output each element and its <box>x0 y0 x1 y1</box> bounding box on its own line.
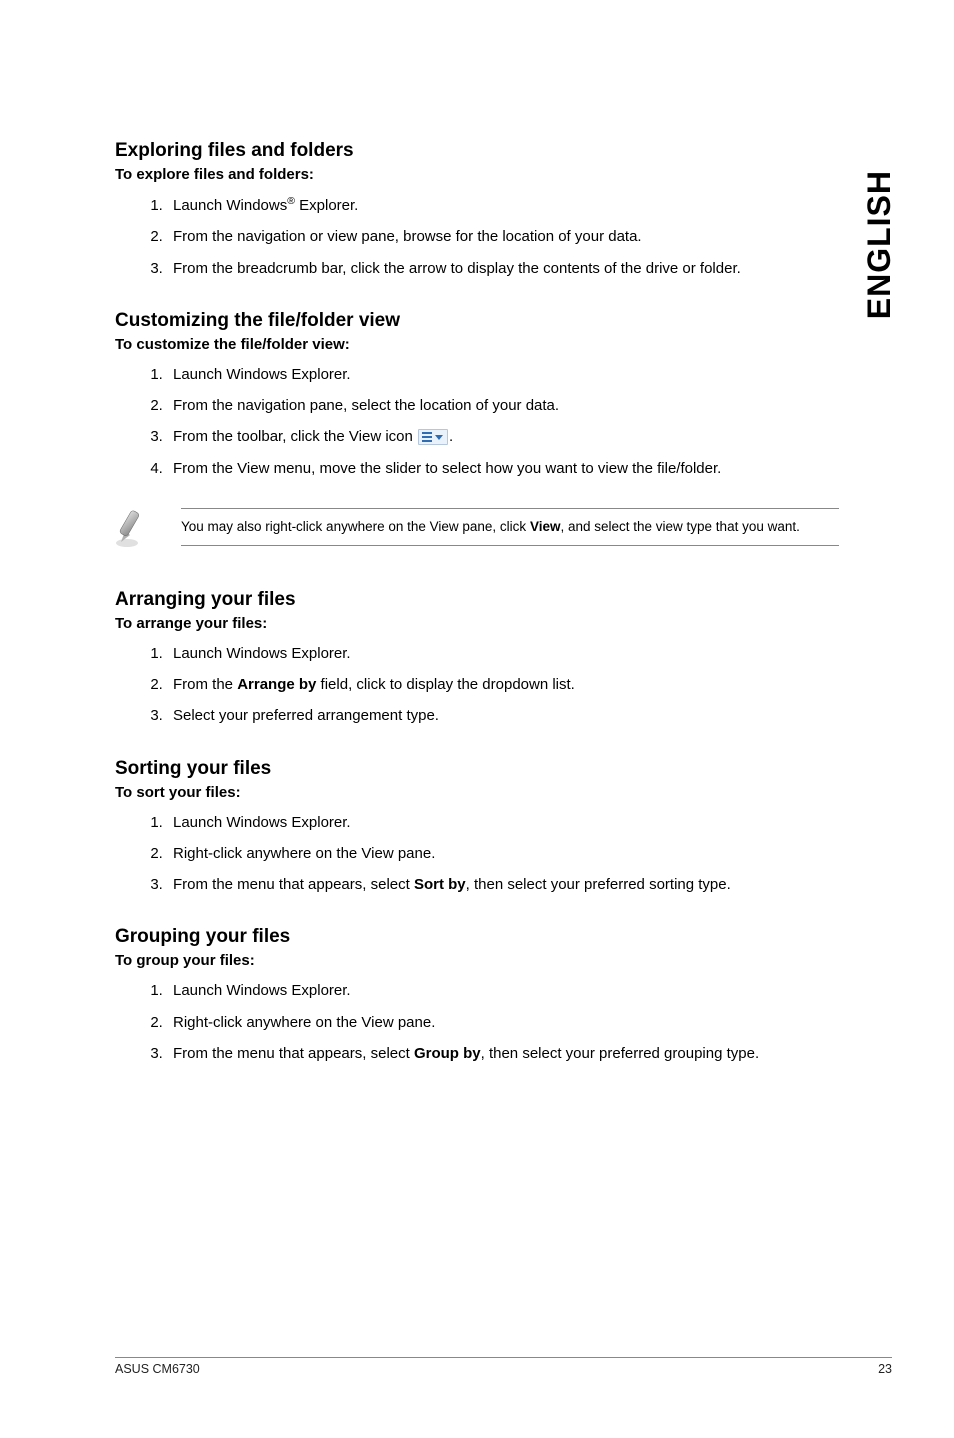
list-customizing: Launch Windows Explorer. From the naviga… <box>115 363 839 480</box>
list-item-text: Explorer. <box>295 197 358 214</box>
page-footer: ASUS CM6730 23 <box>115 1357 892 1376</box>
list-item: From the navigation or view pane, browse… <box>167 225 839 248</box>
list-grouping: Launch Windows Explorer. Right-click any… <box>115 979 839 1065</box>
list-item-text: , then select your preferred sorting typ… <box>466 876 731 893</box>
subheading-grouping: To group your files: <box>115 952 839 969</box>
subheading-customizing: To customize the file/folder view: <box>115 336 839 353</box>
list-item: Launch Windows Explorer. <box>167 363 839 386</box>
list-item-bold: Sort by <box>414 876 466 893</box>
list-item-text: field, click to display the dropdown lis… <box>316 676 574 693</box>
section-sorting: Sorting your files To sort your files: L… <box>115 758 839 897</box>
list-item-text: From the menu that appears, select <box>173 876 414 893</box>
list-item-text: From the toolbar, click the View icon <box>173 428 417 445</box>
list-item: From the breadcrumb bar, click the arrow… <box>167 257 839 280</box>
note-row: You may also right-click anywhere on the… <box>115 508 839 553</box>
list-arranging: Launch Windows Explorer. From the Arrang… <box>115 642 839 728</box>
list-item: From the navigation pane, select the loc… <box>167 394 839 417</box>
heading-grouping: Grouping your files <box>115 926 839 948</box>
page-body: Exploring files and folders To explore f… <box>0 0 954 1065</box>
note-bold: View <box>530 519 561 534</box>
footer-left: ASUS CM6730 <box>115 1362 200 1376</box>
list-item-text: , then select your preferred grouping ty… <box>481 1045 760 1062</box>
list-item: Right-click anywhere on the View pane. <box>167 842 839 865</box>
heading-customizing: Customizing the file/folder view <box>115 310 839 332</box>
footer-page-number: 23 <box>878 1362 892 1376</box>
view-icon <box>418 429 448 445</box>
list-item-bold: Group by <box>414 1045 481 1062</box>
list-item-text: From the <box>173 676 237 693</box>
list-exploring: Launch Windows® Explorer. From the navig… <box>115 193 839 280</box>
heading-arranging: Arranging your files <box>115 589 839 611</box>
list-item: Launch Windows® Explorer. <box>167 193 839 217</box>
pencil-note-icon <box>115 506 155 553</box>
note-post: , and select the view type that you want… <box>560 519 799 534</box>
list-item-text: Launch Windows <box>173 197 287 214</box>
list-item: Launch Windows Explorer. <box>167 811 839 834</box>
list-item-text: . <box>449 428 453 445</box>
list-item: Launch Windows Explorer. <box>167 642 839 665</box>
section-exploring: Exploring files and folders To explore f… <box>115 140 839 280</box>
language-side-tab: ENGLISH <box>861 170 898 319</box>
note-pre: You may also right-click anywhere on the… <box>181 519 530 534</box>
list-item: Launch Windows Explorer. <box>167 979 839 1002</box>
list-item: From the menu that appears, select Group… <box>167 1042 839 1065</box>
list-item-text: From the menu that appears, select <box>173 1045 414 1062</box>
subheading-sorting: To sort your files: <box>115 784 839 801</box>
list-item: From the toolbar, click the View icon . <box>167 425 839 448</box>
list-item: Right-click anywhere on the View pane. <box>167 1011 839 1034</box>
list-item: From the menu that appears, select Sort … <box>167 873 839 896</box>
subheading-exploring: To explore files and folders: <box>115 166 839 183</box>
subheading-arranging: To arrange your files: <box>115 615 839 632</box>
heading-exploring: Exploring files and folders <box>115 140 839 162</box>
list-item: From the View menu, move the slider to s… <box>167 457 839 480</box>
section-customizing: Customizing the file/folder view To cust… <box>115 310 839 553</box>
heading-sorting: Sorting your files <box>115 758 839 780</box>
trademark-sup: ® <box>287 195 295 207</box>
section-arranging: Arranging your files To arrange your fil… <box>115 589 839 728</box>
list-item: From the Arrange by field, click to disp… <box>167 673 839 696</box>
list-item-bold: Arrange by <box>237 676 316 693</box>
note-text: You may also right-click anywhere on the… <box>181 508 839 546</box>
list-sorting: Launch Windows Explorer. Right-click any… <box>115 811 839 897</box>
list-item: Select your preferred arrangement type. <box>167 704 839 727</box>
section-grouping: Grouping your files To group your files:… <box>115 926 839 1065</box>
